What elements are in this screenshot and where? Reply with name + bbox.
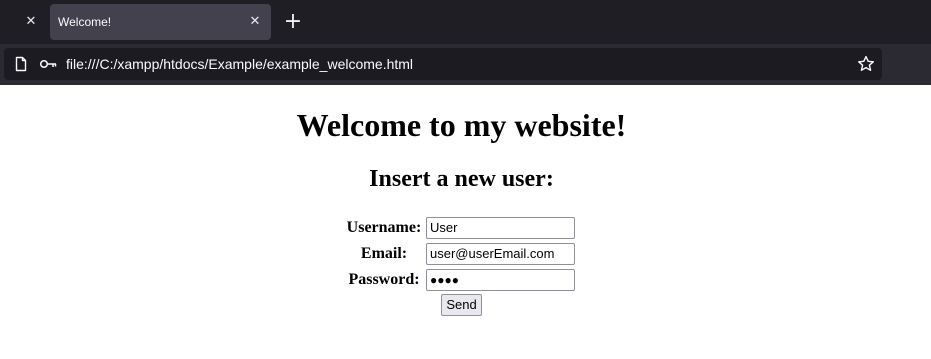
page-content: Welcome to my website! Insert a new user… (0, 85, 931, 359)
username-label: Username: (346, 219, 422, 236)
close-icon[interactable]: ✕ (246, 13, 264, 31)
navigation-toolbar: file:///C:/xampp/htdocs/Example/example_… (0, 44, 931, 85)
username-field[interactable]: User (426, 217, 575, 239)
email-label: Email: (360, 245, 408, 262)
tab-welcome[interactable]: Welcome! ✕ (50, 4, 271, 40)
password-label: Password: (348, 271, 420, 288)
close-tab-icon[interactable]: ✕ (22, 13, 40, 31)
url-bar[interactable]: file:///C:/xampp/htdocs/Example/example_… (4, 48, 882, 80)
key-icon[interactable] (39, 56, 57, 72)
password-field[interactable]: ●●●● (426, 269, 575, 291)
tab-title: Welcome! (58, 15, 112, 29)
email-field[interactable]: user@userEmail.com (426, 243, 575, 265)
star-icon[interactable] (857, 55, 875, 73)
form-heading: Insert a new user: (369, 166, 554, 192)
url-text[interactable]: file:///C:/xampp/htdocs/Example/example_… (66, 48, 413, 80)
send-button[interactable]: Send (441, 294, 482, 316)
tab-strip: ✕ Welcome! ✕ + (0, 0, 931, 44)
new-tab-button[interactable]: + (281, 10, 305, 34)
page-icon[interactable] (13, 56, 29, 72)
page-title: Welcome to my website! (296, 107, 627, 143)
